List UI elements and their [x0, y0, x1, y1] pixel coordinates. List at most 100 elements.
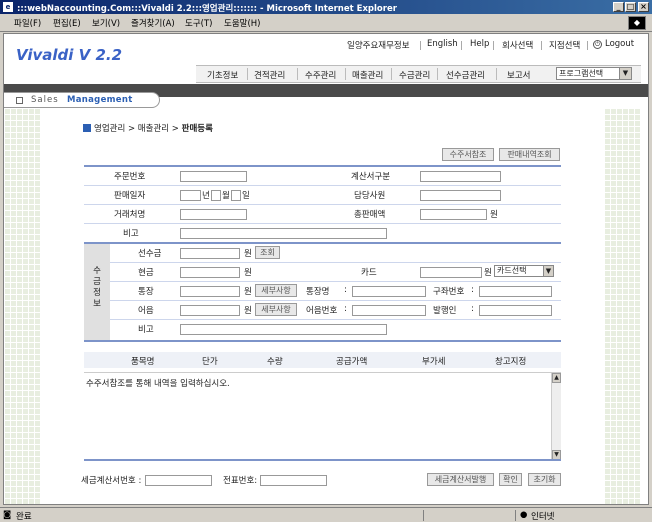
- sales-history-button[interactable]: 판매내역조회: [499, 148, 560, 161]
- month-label: 월: [222, 191, 230, 201]
- browser-content: Vivaldi V 2.2 일양주요재무정보 English Help 회사선택…: [3, 33, 649, 505]
- menu-file[interactable]: 파일(F): [14, 17, 41, 29]
- bill-label: 어음: [138, 306, 154, 316]
- order-no-label: 주문번호: [114, 172, 146, 182]
- reset-button[interactable]: 초기화: [528, 473, 561, 486]
- company-select-link[interactable]: 회사선택: [502, 39, 533, 51]
- internet-zone-icon: ●: [520, 510, 528, 520]
- payment-top-rule: [84, 242, 561, 244]
- nav-estimate[interactable]: 견적관리: [254, 69, 285, 81]
- breadcrumb-path: 영업관리 > 매출관리 >: [94, 124, 182, 134]
- menu-edit[interactable]: 편집(E): [53, 17, 81, 29]
- nav-sales[interactable]: 매출관리: [352, 69, 383, 81]
- logout-icon[interactable]: ⏻: [593, 40, 602, 49]
- card-select[interactable]: 카드선택 ▼: [494, 265, 554, 277]
- program-select[interactable]: 프로그램선택 ▼: [556, 67, 632, 80]
- prepaid-label: 선수금: [138, 249, 162, 259]
- bill-input[interactable]: [180, 305, 240, 316]
- confirm-button[interactable]: 확인: [499, 473, 522, 486]
- cash-won-label: 원: [244, 268, 252, 278]
- maximize-button[interactable]: □: [625, 2, 636, 12]
- bank-detail-button[interactable]: 세부사항: [255, 284, 297, 297]
- tax-invoice-issue-button[interactable]: 세금계산서발행: [427, 473, 494, 486]
- bank-name-colon: :: [344, 285, 347, 295]
- payment-bottom-rule: [84, 340, 561, 342]
- windows-logo-icon: ◆: [628, 16, 646, 30]
- bill-no-input[interactable]: [352, 305, 426, 316]
- ie-icon: e: [3, 2, 13, 12]
- note-label: 비고: [123, 229, 139, 239]
- bill-won-label: 원: [244, 306, 252, 316]
- nav-order[interactable]: 수주관리: [305, 69, 336, 81]
- bank-name-input[interactable]: [352, 286, 426, 297]
- status-text: 완료: [16, 512, 32, 522]
- year-label: 년: [202, 191, 210, 201]
- minimize-button[interactable]: _: [613, 2, 624, 12]
- program-select-value: 프로그램선택: [559, 69, 604, 78]
- menu-favorites[interactable]: 즐겨찾기(A): [131, 17, 175, 29]
- help-link[interactable]: Help: [470, 39, 489, 49]
- nav-basic-info[interactable]: 기초정보: [207, 69, 238, 81]
- payment-note-input[interactable]: [180, 324, 387, 335]
- cash-label: 현금: [138, 268, 154, 278]
- slip-no-label: 전표번호:: [223, 476, 258, 486]
- account-no-input[interactable]: [479, 286, 552, 297]
- items-scrollbar[interactable]: ▲ ▼: [551, 373, 561, 460]
- menu-bar: 파일(F) 편집(E) 보기(V) 즐겨찾기(A) 도구(T) 도움말(H): [0, 14, 652, 32]
- note-input[interactable]: [180, 228, 387, 239]
- bank-won-label: 원: [244, 287, 252, 297]
- tax-invoice-no-input[interactable]: [145, 475, 212, 486]
- close-button[interactable]: ×: [638, 2, 649, 12]
- bill-detail-button[interactable]: 세부사항: [255, 303, 297, 316]
- logout-link[interactable]: Logout: [605, 39, 634, 49]
- invoice-type-input[interactable]: [420, 171, 501, 182]
- lookup-button[interactable]: 조회: [255, 246, 280, 259]
- cash-input[interactable]: [180, 267, 240, 278]
- menu-help[interactable]: 도움말(H): [224, 17, 260, 29]
- col-item-name: 품목명: [131, 357, 155, 367]
- col-unit-price: 단가: [202, 357, 218, 367]
- card-input[interactable]: [420, 267, 482, 278]
- menu-tools[interactable]: 도구(T): [185, 17, 212, 29]
- account-no-label: 구좌번호: [433, 287, 465, 297]
- col-quantity: 수량: [267, 357, 283, 367]
- scroll-up-icon[interactable]: ▲: [552, 373, 561, 383]
- total-won-label: 원: [490, 210, 498, 220]
- col-vat: 부가세: [422, 357, 446, 367]
- chevron-down-icon: ▼: [543, 266, 553, 276]
- year-input[interactable]: [180, 190, 201, 201]
- card-won-label: 원: [484, 268, 492, 278]
- sales-management-tab: Sales Management: [4, 92, 160, 108]
- prepaid-input[interactable]: [180, 248, 240, 259]
- client-input[interactable]: [180, 209, 247, 220]
- slip-no-input[interactable]: [260, 475, 327, 486]
- order-no-input[interactable]: [180, 171, 247, 182]
- menu-view[interactable]: 보기(V): [92, 17, 120, 29]
- nav-reports[interactable]: 보고서: [507, 69, 530, 81]
- bill-no-colon: :: [344, 304, 347, 314]
- chevron-down-icon: ▼: [619, 68, 631, 79]
- card-label: 카드: [361, 268, 377, 278]
- day-input[interactable]: [231, 190, 241, 201]
- month-input[interactable]: [211, 190, 221, 201]
- breadcrumb-icon: [83, 124, 91, 132]
- total-amount-input[interactable]: [420, 209, 487, 220]
- vivaldi-logo: Vivaldi V 2.2: [16, 46, 123, 64]
- payment-note-label: 비고: [138, 325, 154, 335]
- order-ref-button[interactable]: 수주서참조: [442, 148, 494, 161]
- manager-input[interactable]: [420, 190, 501, 201]
- items-textarea[interactable]: 수주서참조를 통해 내역을 입력하십시오. ▲ ▼: [84, 372, 561, 460]
- bank-label: 통장: [138, 287, 154, 297]
- account-no-colon: :: [471, 285, 474, 295]
- nav-collection[interactable]: 수금관리: [399, 69, 430, 81]
- financial-info-link[interactable]: 일양주요재무정보: [347, 39, 410, 51]
- right-pattern: [604, 108, 640, 504]
- branch-select-link[interactable]: 지점선택: [549, 39, 580, 51]
- english-link[interactable]: English: [427, 39, 458, 49]
- client-label: 거래처명: [114, 210, 146, 220]
- bank-input[interactable]: [180, 286, 240, 297]
- col-supply-value: 공급가액: [336, 357, 368, 367]
- left-pattern: [4, 108, 40, 504]
- nav-prepaid[interactable]: 선수금관리: [446, 69, 485, 81]
- issuer-input[interactable]: [479, 305, 552, 316]
